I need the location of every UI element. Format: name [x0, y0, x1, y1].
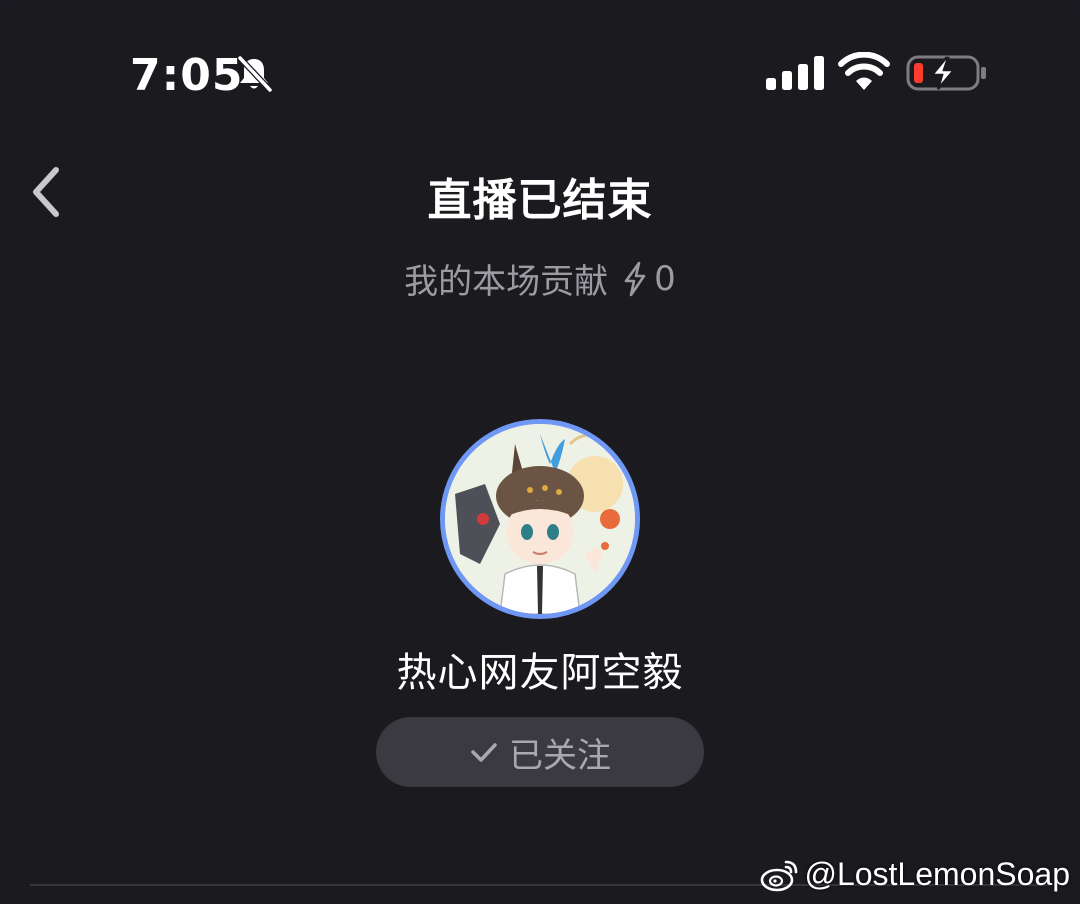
status-time: 7:05: [130, 50, 244, 101]
contribution-label: 我的本场贡献: [404, 262, 609, 302]
page-title: 直播已结束: [427, 175, 653, 226]
watermark-text: @LostLemonSoap: [804, 856, 1070, 892]
cellular-signal-icon: [766, 56, 824, 90]
watermark: @LostLemonSoap: [760, 856, 1070, 893]
wifi-icon: [838, 52, 890, 90]
live-ended-screen: 7:05 直播已结束 我的本场贡献 0 热心网友阿空毅 已关注 @LostLem…: [0, 0, 1080, 904]
host-name: 热心网友阿空毅: [396, 650, 684, 696]
following-button[interactable]: 已关注: [376, 717, 704, 787]
contribution-row: 我的本场贡献 0: [0, 254, 1080, 303]
battery-charging-icon: [906, 55, 986, 91]
lightning-bolt-icon: [624, 261, 646, 296]
weibo-icon: [761, 860, 798, 891]
bell-slash-icon: [237, 55, 273, 93]
avatar[interactable]: [440, 419, 640, 619]
contribution-value: 0: [654, 258, 676, 299]
check-icon: [471, 743, 497, 762]
avatar-illustration: [445, 424, 635, 614]
following-button-label: 已关注: [509, 735, 611, 776]
